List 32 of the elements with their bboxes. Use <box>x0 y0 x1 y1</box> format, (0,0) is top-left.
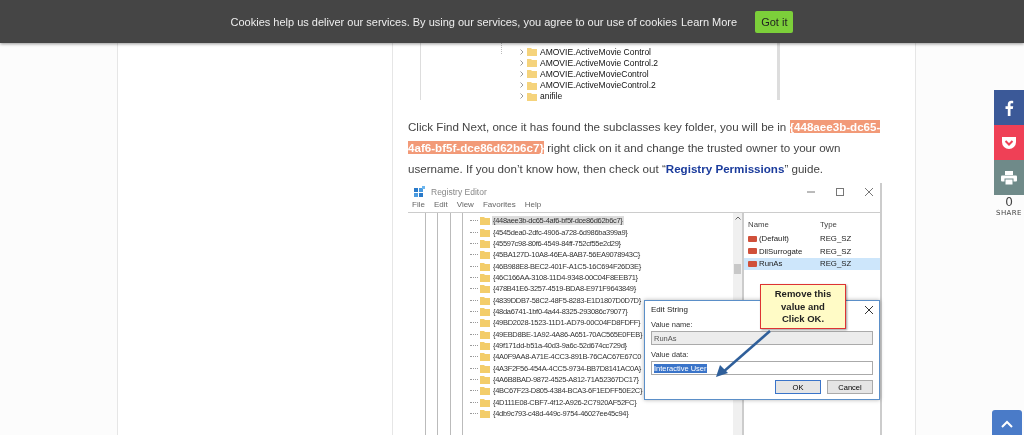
tree-item: AMOVIE.ActiveMovieControl.2 <box>540 80 656 91</box>
pocket-logo-icon <box>1001 135 1017 150</box>
facebook-share-button[interactable] <box>994 90 1024 125</box>
registry-app-icon <box>414 185 426 198</box>
print-share-button[interactable] <box>994 160 1024 195</box>
menu-item[interactable]: View <box>456 200 474 212</box>
callout-note: Remove this value and Click OK. <box>760 284 846 329</box>
scroll-up-icon[interactable] <box>734 216 741 220</box>
pocket-share-button[interactable] <box>994 125 1024 160</box>
close-icon[interactable] <box>865 305 873 314</box>
got-it-button[interactable]: Got it <box>755 10 794 33</box>
tree-item: AMOVIE.ActiveMovie Control.2 <box>540 57 659 68</box>
registry-permissions-link[interactable]: Registry Permissions <box>665 162 785 175</box>
cookie-message: Cookies help us deliver our services. By using our services, you agree to our use of cookies <box>230 15 677 28</box>
paragraph: Click Find Next, once it has found the subclasses key folder, you will be in {448aee3b-dc65-4af6-bf5f-dce86d62b6c7} right click on it and change the trusted owner to your own username. If you don’t know how, then check out “Registry Permissions” guide. <box>408 119 882 177</box>
tree-item: anifile <box>540 91 563 102</box>
share-count: 0 <box>1005 196 1013 209</box>
scroll-thumb[interactable] <box>734 264 741 274</box>
tree-item: AMOVIE.ActiveMovie Control <box>540 46 651 57</box>
window-title: Registry Editor <box>431 186 487 197</box>
learn-more-link[interactable]: Learn More <box>680 15 738 28</box>
back-to-top-button[interactable] <box>992 410 1022 435</box>
facebook-logo-icon <box>1004 99 1014 116</box>
tree-item: AMOVIE.ActiveMovieControl <box>540 68 649 79</box>
menu-item[interactable]: File <box>412 200 425 212</box>
menu-item[interactable]: Help <box>524 200 542 212</box>
chevron-up-icon <box>1001 420 1013 428</box>
menu-item[interactable]: Favorites <box>482 200 516 212</box>
menu-item[interactable]: Edit <box>433 200 448 212</box>
printer-icon <box>1001 170 1017 185</box>
maximize-icon[interactable] <box>835 186 845 197</box>
dialog-title: Edit String <box>651 305 688 314</box>
